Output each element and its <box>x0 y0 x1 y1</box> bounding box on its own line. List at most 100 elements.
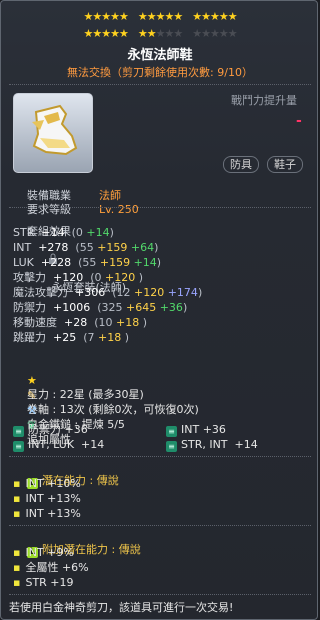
stat-name: 魔法攻擊力 <box>13 286 68 299</box>
stat-row: 魔法攻擊力 +306 (12 +120 +174) <box>13 286 202 300</box>
star-filled-icon: ★ <box>118 27 129 40</box>
stat-total: +120 <box>46 271 91 284</box>
stat-star-force: +645 <box>126 301 160 314</box>
potential-line: ▪ INT +13% <box>13 507 81 520</box>
item-icon-frame <box>13 93 93 173</box>
stat-row: 移動速度 +28 (10 +18 ) <box>13 316 147 330</box>
star-filled-icon: ★ <box>101 27 111 40</box>
job-row: 裝備職業 法師 <box>13 175 121 202</box>
stat-base: (0 <box>71 226 87 239</box>
stat-close: ) <box>138 271 144 284</box>
boots-icon <box>32 104 78 156</box>
stat-name: STR <box>13 226 35 239</box>
star-filled-icon: ★ <box>92 27 102 40</box>
divider <box>9 207 311 208</box>
bonus-header: L 附加潛在能力 : 傳說 <box>13 529 141 558</box>
stat-enhance: +174 <box>167 286 198 299</box>
item-name: 永恆法師鞋 <box>127 48 193 63</box>
item-tooltip: ★★★★★ ★★★★★ ★★★★★ ★★★★★ ★★★★★ ★★★★★ 永恆法師鞋 無法… <box>0 0 318 620</box>
potential-line: ▪ INT +13% <box>13 492 81 505</box>
stat-close: ) <box>182 301 188 314</box>
stat-close: ) <box>154 241 159 254</box>
extra-item-2: ≡ INT +36 <box>166 423 226 437</box>
extra-icon: ≡ <box>166 426 177 437</box>
divider <box>9 594 311 595</box>
divider <box>9 525 311 526</box>
stat-total: +1006 <box>46 301 98 314</box>
power-label: 戰鬥力提升量 <box>231 94 297 107</box>
star-filled-icon: ★ <box>218 10 229 23</box>
stat-star-force: +18 <box>98 331 125 344</box>
star-row-1: ★★★★★ ★★★★★ ★★★★★ <box>1 10 317 23</box>
star-empty-icon: ★ <box>227 27 238 40</box>
stat-star-force: +159 <box>99 256 134 269</box>
star-empty-icon: ★ <box>192 27 202 40</box>
star-filled-icon: ★ <box>110 27 120 40</box>
stat-row: INT +278 (55 +159 +64) <box>13 241 158 255</box>
stat-close: ) <box>197 286 203 299</box>
stat-name: LUK <box>13 256 34 269</box>
stat-star-force: +159 <box>97 241 131 254</box>
stat-base: (325 <box>97 301 126 314</box>
stat-row: 防禦力 +1006 (325 +645 +36) <box>13 301 187 315</box>
extra-item-3: ≡ INT, LUK +14 <box>13 438 104 452</box>
star-filled-icon: ★ <box>192 10 202 23</box>
star-empty-icon: ★ <box>201 27 211 40</box>
star-filled-icon: ★ <box>110 10 120 23</box>
star-filled-icon: ★ <box>146 27 157 40</box>
stat-base: (0 <box>90 271 105 284</box>
stat-total: +306 <box>68 286 113 299</box>
stat-base: (10 <box>94 316 116 329</box>
stat-close: ) <box>124 331 130 344</box>
stat-total: +28 <box>57 316 95 329</box>
stat-total: +278 <box>31 241 76 254</box>
extra-item-1: ≡ 防禦力 +36 <box>13 423 88 437</box>
star-filled-icon: ★ <box>118 10 129 23</box>
req-row: 要求等級 Lv. 250 <box>13 189 139 216</box>
stat-base: (55 <box>78 256 100 269</box>
star-empty-icon: ★ <box>209 27 220 40</box>
bonus-line: ▪ INT +9% <box>13 546 74 559</box>
star-filled-icon: ★ <box>227 10 238 23</box>
star-filled-icon: ★ <box>164 10 174 23</box>
star-filled-icon: ★ <box>137 10 148 23</box>
scroll-row: ✎ 卷軸 : 13次 (剩餘0次，可恢復0次) <box>13 375 199 416</box>
stat-base: (7 <box>83 331 98 344</box>
potential-line: ▪ INT +10% <box>13 477 81 490</box>
star-filled-icon: ★ <box>101 10 111 23</box>
stat-name: 防禦力 <box>13 301 46 314</box>
star-empty-icon: ★ <box>218 27 229 40</box>
extra-icon: ≡ <box>13 426 24 437</box>
footer-note: 若使用白金神奇剪刀，該道具可進行一次交易! <box>9 601 234 614</box>
star-filled-icon: ★ <box>209 10 220 23</box>
extra-text: STR, INT +14 <box>181 438 258 451</box>
stat-base: (12 <box>112 286 134 299</box>
star-filled-icon: ★ <box>173 10 183 23</box>
stat-row: LUK +228 (55 +159 +14) <box>13 256 161 270</box>
stat-bonus: +14 <box>86 226 110 239</box>
star-filled-icon: ★ <box>83 27 93 40</box>
trade-note: 無法交換（剪刀剩餘使用次數: 9/10） <box>67 66 253 79</box>
power-value: - <box>296 113 302 129</box>
extra-row: ❦ 追加屬性 <box>13 405 71 446</box>
star-empty-icon: ★ <box>164 27 174 40</box>
stat-star-force: +120 <box>134 286 168 299</box>
stat-row: 跳躍力 +25 (7 +18 ) <box>13 331 129 345</box>
hammer-row: ⚒ 白金鐵鎚 : 提煉 5/5 <box>13 390 125 431</box>
potential-header: L 潛在能力 : 傳說 <box>13 460 119 489</box>
stat-row: STR +14 (0 +14) <box>13 226 114 240</box>
tag-armor: 防具 <box>223 156 259 173</box>
extra-item-4: ≡ STR, INT +14 <box>166 438 258 452</box>
stat-name: INT <box>13 241 32 254</box>
potential-text: INT +13% <box>25 492 81 505</box>
stat-close: ) <box>109 226 114 239</box>
stat-name: 移動速度 <box>13 316 57 329</box>
bonus-line: ▪ STR +19 <box>13 576 74 589</box>
stat-base: (55 <box>75 241 98 254</box>
star-row-2: ★★★★★ ★★★★★ ★★★★★ <box>1 27 317 40</box>
stat-star-force: +18 <box>116 316 143 329</box>
bonus-line: ▪ 全屬性 +6% <box>13 561 89 574</box>
stat-close: ) <box>142 316 148 329</box>
star-filled-icon: ★ <box>137 27 148 40</box>
stat-total: +228 <box>33 256 79 269</box>
